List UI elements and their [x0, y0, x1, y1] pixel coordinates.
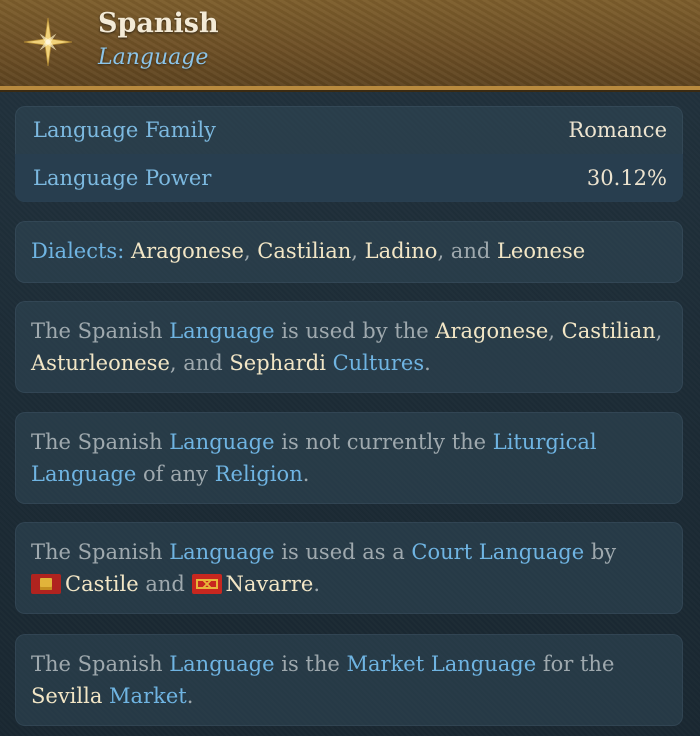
navarre-flag-icon[interactable] [191, 574, 222, 594]
court-language-link[interactable]: Court Language [411, 540, 584, 564]
text: for the [536, 652, 615, 676]
text: The Spanish [31, 430, 170, 454]
text: is the [274, 652, 347, 676]
text: . [424, 351, 431, 375]
dialects-label[interactable]: Dialects: [31, 239, 124, 263]
dialects-panel: Dialects: Aragonese, Castilian, Ladino, … [15, 221, 683, 283]
text: The Spanish [31, 652, 170, 676]
dialect-item[interactable]: Ladino [365, 239, 438, 263]
language-link[interactable]: Language [169, 540, 274, 564]
stat-row-family: Language Family Romance [15, 106, 683, 154]
separator: , [243, 239, 258, 263]
dialect-item[interactable]: Aragonese [131, 239, 244, 263]
text: The Spanish [31, 319, 170, 343]
page-title: Spanish [98, 8, 219, 39]
separator: , [548, 319, 562, 343]
culture-link[interactable]: Sephardi [229, 351, 326, 375]
country-link-navarre[interactable]: Navarre [226, 572, 314, 596]
country-link-castile[interactable]: Castile [65, 572, 139, 596]
text: by [584, 540, 617, 564]
culture-link[interactable]: Aragonese [435, 319, 548, 343]
market-link[interactable]: Market [109, 684, 187, 708]
text: . [302, 462, 310, 486]
cultures-link[interactable]: Cultures [333, 351, 425, 375]
liturgical-link[interactable]: Liturgical [493, 430, 597, 454]
text: is used by the [274, 319, 436, 343]
language-tooltip: Spanish Language Language Family Romance… [0, 0, 700, 736]
tooltip-header: Spanish Language [0, 0, 700, 90]
liturgy-panel: The Spanish Language is not currently th… [15, 412, 683, 504]
text: The Spanish [31, 540, 170, 564]
text: and [138, 572, 192, 596]
stat-row-power: Language Power 30.12% [15, 154, 683, 202]
stat-value: Romance [568, 118, 667, 142]
cultures-panel: The Spanish Language is used by the Arag… [15, 301, 683, 393]
stat-label[interactable]: Language Power [33, 166, 211, 190]
stat-value: 30.12% [586, 166, 667, 190]
compass-star-icon [23, 17, 73, 67]
religion-link[interactable]: Religion [215, 462, 303, 486]
separator: , [655, 319, 663, 343]
stats-panel: Language Family Romance Language Power 3… [15, 106, 683, 202]
language-link[interactable]: Language [169, 319, 274, 343]
text: is used as a [274, 540, 412, 564]
stat-label[interactable]: Language Family [33, 118, 216, 142]
dialect-item[interactable]: Castilian [257, 239, 351, 263]
language-link[interactable]: Language [169, 652, 274, 676]
separator: , and [169, 351, 230, 375]
market-language-link[interactable]: Market Language [346, 652, 536, 676]
liturgical-language-link[interactable]: Language [31, 462, 136, 486]
separator: , and [437, 239, 497, 263]
page-subtitle[interactable]: Language [98, 45, 208, 70]
castile-flag-icon[interactable] [31, 574, 61, 594]
text: of any [136, 462, 215, 486]
dialect-item[interactable]: Leonese [497, 239, 585, 263]
separator: , [351, 239, 365, 263]
culture-link[interactable]: Castilian [562, 319, 656, 343]
text: is not currently the [274, 430, 493, 454]
culture-link[interactable]: Asturleonese [31, 351, 170, 375]
market-panel: The Spanish Language is the Market Langu… [15, 634, 683, 726]
court-panel: The Spanish Language is used as a Court … [15, 522, 683, 614]
location-link-sevilla[interactable]: Sevilla [31, 684, 102, 708]
text: . [313, 572, 320, 596]
language-link[interactable]: Language [169, 430, 274, 454]
text: . [186, 684, 194, 708]
separator [326, 351, 333, 375]
